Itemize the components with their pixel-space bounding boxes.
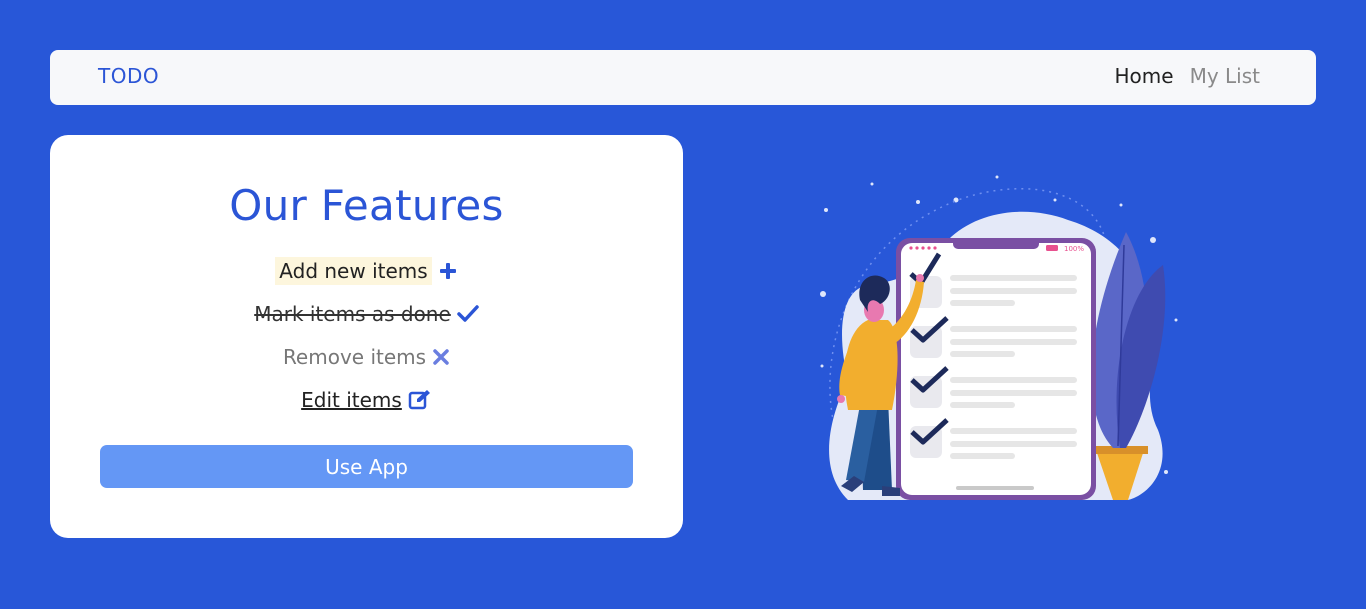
feature-add-items: Add new items xyxy=(50,257,683,285)
use-app-button[interactable]: Use App xyxy=(100,445,633,488)
plus-icon xyxy=(438,261,458,281)
feature-label: Edit items xyxy=(301,388,402,412)
edit-icon xyxy=(408,389,432,411)
features-title: Our Features xyxy=(229,181,504,230)
feature-label: Add new items xyxy=(275,257,432,285)
nav-links: Home My List xyxy=(1115,64,1260,88)
feature-edit-items: Edit items xyxy=(50,388,683,412)
phone-status-text: 100% xyxy=(1064,245,1084,253)
feature-label: Mark items as done xyxy=(254,302,451,326)
feature-label: Remove items xyxy=(282,345,427,369)
features-card: Our Features Add new items Mark items as… xyxy=(50,135,683,538)
nav-link-home[interactable]: Home xyxy=(1115,64,1174,88)
x-icon xyxy=(432,348,450,366)
feature-mark-done: Mark items as done xyxy=(50,302,683,326)
navbar: TODO Home My List xyxy=(50,50,1316,105)
todo-checklist-illustration: 100% xyxy=(808,170,1178,502)
brand-logo-link[interactable]: TODO xyxy=(98,64,159,88)
nav-link-my-list[interactable]: My List xyxy=(1190,64,1260,88)
feature-remove-items: Remove items xyxy=(50,345,683,369)
check-icon xyxy=(457,304,479,324)
